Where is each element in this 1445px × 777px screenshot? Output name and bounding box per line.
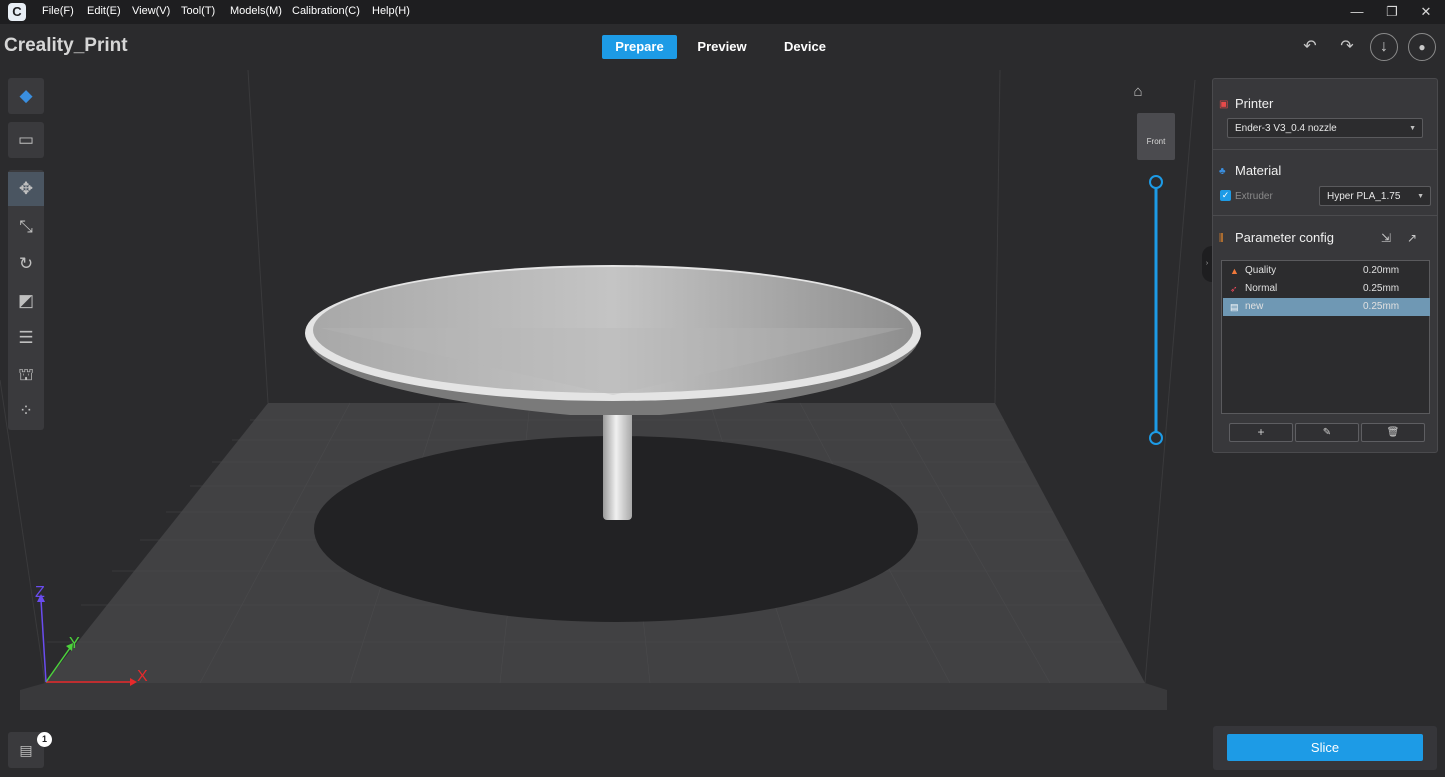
x-axis-label: X — [137, 668, 148, 685]
model-stem[interactable] — [603, 410, 632, 520]
download-icon[interactable]: ↓ — [1370, 33, 1398, 61]
chevron-down-icon: ▼ — [1417, 193, 1424, 200]
extruder-label: Extruder — [1235, 191, 1273, 202]
material-select-value: Hyper PLA_1.75 — [1327, 191, 1401, 202]
cube-icon[interactable]: ◆ — [8, 78, 44, 114]
list-item[interactable]: ▲ Quality 0.20mm — [1223, 262, 1430, 280]
lay-flat-icon[interactable]: ◩ — [8, 284, 44, 318]
list-item-value: 0.25mm — [1363, 283, 1400, 294]
restore-button[interactable]: ❐ — [1380, 3, 1404, 21]
edit-preset-button[interactable]: ✎ — [1295, 423, 1359, 442]
menu-view[interactable]: View(V) — [132, 5, 170, 17]
printer-icon: ▣ — [1219, 99, 1229, 110]
doc-icon: ▤ — [1230, 302, 1239, 312]
file-count-badge: 1 — [37, 732, 52, 747]
scale-icon[interactable]: ⤡ — [8, 210, 44, 244]
menu-calibration[interactable]: Calibration(C) — [292, 5, 360, 17]
settings-panel: ▣ Printer Ender-3 V3_0.4 nozzle ▼ ♣ Mate… — [1212, 78, 1438, 453]
menu-help[interactable]: Help(H) — [372, 5, 410, 17]
move-icon[interactable]: ✥ — [8, 172, 44, 206]
tab-preview[interactable]: Preview — [684, 35, 760, 59]
list-item[interactable]: ➶ Normal 0.25mm — [1223, 280, 1430, 298]
list-item-name: Normal — [1245, 283, 1278, 294]
z-axis-label: Z — [35, 584, 45, 601]
chevron-down-icon: ▼ — [1409, 125, 1416, 132]
account-icon[interactable]: ● — [1408, 33, 1436, 61]
list-item-value: 0.25mm — [1363, 301, 1400, 312]
menu-file[interactable]: File(F) — [42, 5, 74, 17]
redo-icon[interactable]: ↷ — [1333, 33, 1361, 61]
folder-icon[interactable]: ▭ — [8, 122, 44, 158]
material-title: Material — [1235, 163, 1282, 178]
tool-group: ✥ ⤡ ↻ ◩ ☰ ⛫ ⁘ — [8, 170, 44, 430]
view-cube-label: Front — [1146, 137, 1166, 146]
undo-icon[interactable]: ↶ — [1296, 33, 1324, 61]
panel-collapse-handle[interactable]: › — [1202, 246, 1212, 282]
rocket-icon: ➶ — [1230, 284, 1238, 294]
view-cube[interactable]: Front — [1137, 113, 1175, 160]
flame-icon: ▲ — [1230, 266, 1239, 276]
app-logo-icon: C — [8, 3, 26, 21]
rotate-icon[interactable]: ↻ — [8, 247, 44, 281]
arrange-icon[interactable]: ⁘ — [8, 394, 44, 428]
delete-preset-button[interactable]: 🗑 — [1361, 423, 1425, 442]
import-icon[interactable]: ⇲ — [1381, 231, 1391, 245]
list-item-name: new — [1245, 301, 1264, 312]
home-view-icon[interactable]: ⌂ — [1128, 82, 1148, 102]
list-item-name: Quality — [1245, 265, 1277, 276]
layer-slider[interactable] — [1149, 175, 1163, 445]
parameter-list: ▲ Quality 0.20mm ➶ Normal 0.25mm ▤ new 0… — [1221, 260, 1430, 414]
list-item-value: 0.20mm — [1363, 265, 1400, 276]
parameter-icon: ⫼ — [1219, 233, 1224, 244]
support-icon[interactable]: ⛫ — [8, 358, 44, 392]
minimize-button[interactable]: — — [1345, 3, 1369, 21]
printer-title: Printer — [1235, 96, 1274, 111]
menu-edit[interactable]: Edit(E) — [87, 5, 121, 17]
add-preset-button[interactable]: + — [1229, 423, 1293, 442]
close-button[interactable]: ✕ — [1414, 3, 1438, 21]
parameter-config-title: Parameter config — [1235, 230, 1334, 245]
printer-select-value: Ender-3 V3_0.4 nozzle — [1235, 123, 1337, 134]
export-icon[interactable]: ↗ — [1407, 231, 1417, 245]
menu-tool[interactable]: Tool(T) — [181, 5, 215, 17]
printer-select[interactable]: Ender-3 V3_0.4 nozzle ▼ — [1227, 118, 1423, 138]
list-item[interactable]: ▤ new 0.25mm — [1223, 298, 1430, 316]
material-select[interactable]: Hyper PLA_1.75 ▼ — [1319, 186, 1431, 206]
tab-device[interactable]: Device — [767, 35, 843, 59]
extruder-checkbox[interactable]: ✓ — [1220, 190, 1231, 201]
menu-models[interactable]: Models(M) — [230, 5, 282, 17]
y-axis-label: Y — [69, 635, 80, 652]
material-icon: ♣ — [1219, 166, 1226, 177]
menu-bar: C File(F) Edit(E) View(V) Tool(T) Models… — [0, 0, 1445, 24]
list-icon[interactable]: ☰ — [8, 321, 44, 355]
slice-button[interactable]: Slice — [1227, 734, 1423, 761]
tab-prepare[interactable]: Prepare — [602, 35, 677, 59]
app-title: Creality_Print — [4, 35, 128, 56]
